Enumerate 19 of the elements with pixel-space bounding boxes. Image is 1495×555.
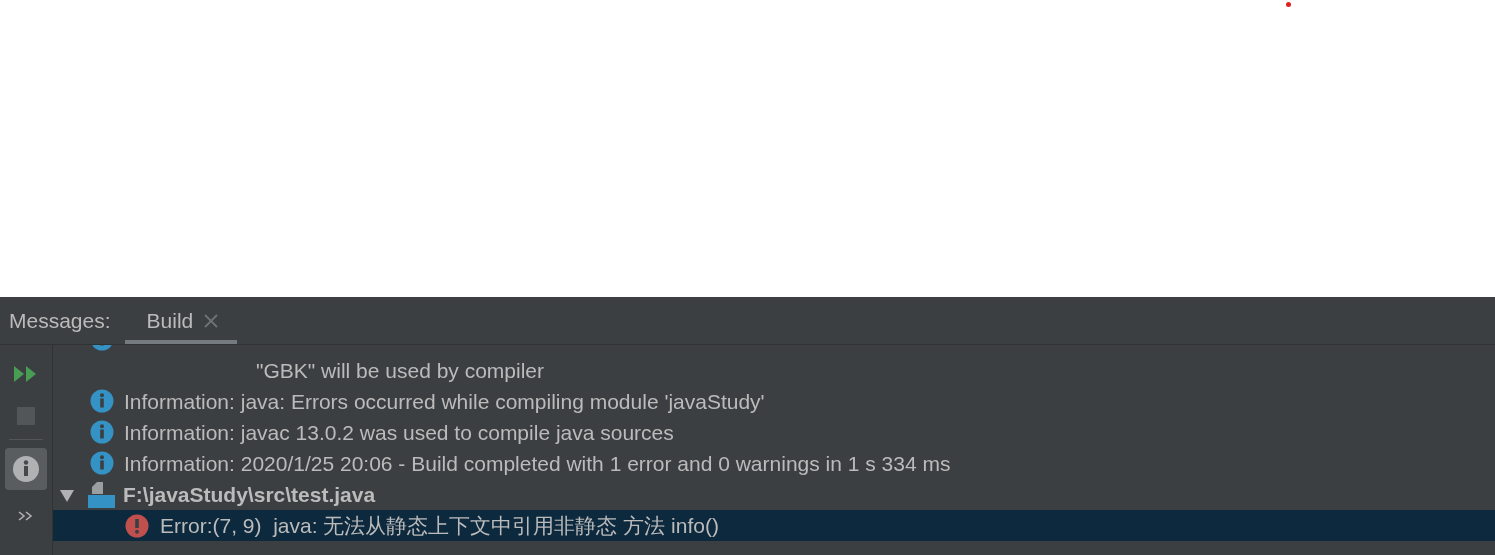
panel-title: Messages: [8,308,111,333]
close-icon[interactable] [203,312,220,329]
message-text: Information: javac 13.0.2 was used to compile java sources [124,420,674,446]
more-icon[interactable] [17,510,35,522]
info-icon [90,451,114,475]
file-path[interactable]: F:\javaStudy\src\test.java [123,482,376,507]
info-icon [90,389,114,413]
message-text: Information: 2020/1/25 20:06 - Build completed with 1 error and 0 warnings in 1 s 334 ms [124,451,951,477]
error-row[interactable]: Error:(7, 9) java: 无法从静态上下文中引用非静态 方法 info() [53,510,1495,541]
java-file-icon [87,480,115,509]
info-filter-button[interactable] [5,448,47,490]
error-text: Error:(7, 9) java: 无法从静态上下文中引用非静态 方法 info() [160,512,719,539]
message-text: "GBK" will be used by compiler [255,358,545,384]
error-icon [125,513,149,538]
info-icon [90,420,114,444]
dot-mark [1286,2,1291,7]
info-icon [12,455,40,483]
build-tab[interactable]: Build [124,297,238,344]
message-text: Information: java: Errors occurred while compiling module 'javaStudy' [124,389,765,415]
